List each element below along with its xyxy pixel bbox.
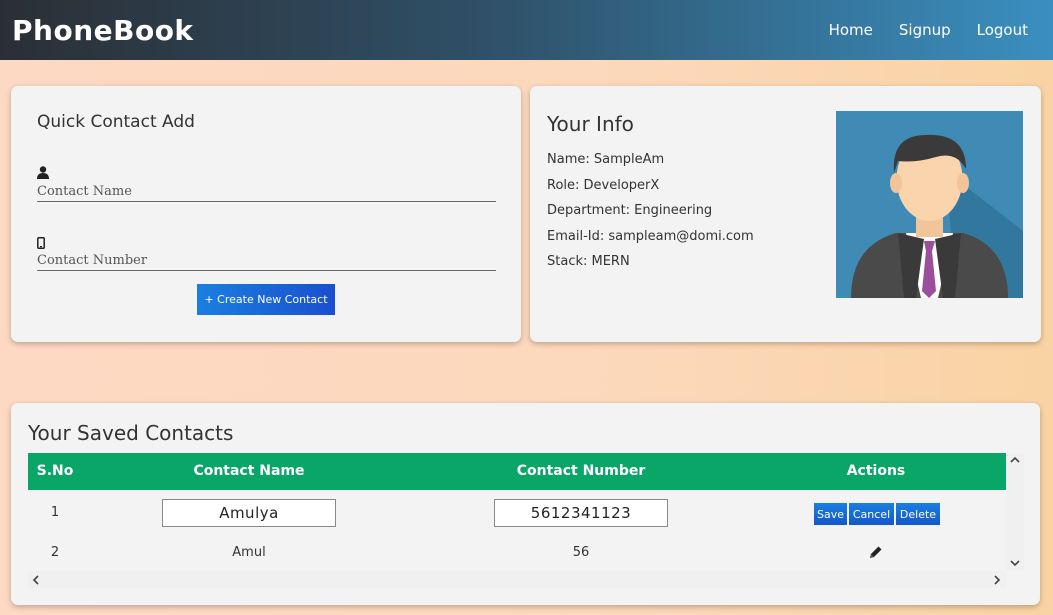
header-actions: Actions <box>846 463 906 479</box>
row-actions: Save Cancel Delete <box>814 503 940 525</box>
quick-add-card: Quick Contact Add + Create New Contact <box>11 86 521 342</box>
edit-name-input[interactable] <box>162 499 336 527</box>
saved-contacts-card: Your Saved Contacts S.No Contact Name Co… <box>11 403 1040 605</box>
save-button[interactable]: Save <box>814 503 847 525</box>
header-sno: S.No <box>36 463 74 479</box>
nav-logout-link[interactable]: Logout <box>964 21 1041 39</box>
header-contact-name: Contact Name <box>193 463 305 479</box>
your-info-title: Your Info <box>547 112 634 136</box>
table-header: S.No Contact Name Contact Number Actions <box>28 453 1006 490</box>
pencil-icon[interactable] <box>868 545 884 563</box>
contact-number-input[interactable] <box>37 251 496 271</box>
user-icon <box>37 166 49 183</box>
row-contact-number: 56 <box>572 545 590 560</box>
nav-signup-link[interactable]: Signup <box>886 21 964 39</box>
navbar: PhoneBook Home Signup Logout <box>0 0 1053 60</box>
table-row: 2 Amul 56 <box>28 545 1006 567</box>
info-role: Role: DeveloperX <box>547 178 660 193</box>
nav-home-link[interactable]: Home <box>816 21 886 39</box>
vertical-scrollbar[interactable] <box>1006 453 1024 571</box>
saved-contacts-title: Your Saved Contacts <box>28 421 234 445</box>
horizontal-scrollbar[interactable] <box>28 571 1006 588</box>
row-sno: 2 <box>50 545 60 560</box>
info-stack: Stack: MERN <box>547 254 630 269</box>
edit-number-input[interactable] <box>494 499 668 527</box>
scroll-up-icon[interactable] <box>1010 455 1020 466</box>
brand-logo[interactable]: PhoneBook <box>12 14 194 47</box>
info-department: Department: Engineering <box>547 203 713 218</box>
table-row: 1 Save Cancel Delete <box>28 499 1006 529</box>
nav-links: Home Signup Logout <box>816 21 1041 39</box>
contacts-table: S.No Contact Name Contact Number Actions… <box>28 453 1006 571</box>
info-email: Email-Id: sampleam@domi.com <box>547 229 754 244</box>
your-info-card: Your Info Name: SampleAm Role: Developer… <box>530 86 1041 342</box>
user-avatar-icon <box>836 111 1023 298</box>
quick-add-title: Quick Contact Add <box>37 112 195 132</box>
row-contact-name: Amul <box>232 545 266 560</box>
scroll-left-icon[interactable] <box>32 575 39 588</box>
info-name: Name: SampleAm <box>547 152 665 167</box>
header-contact-number: Contact Number <box>516 463 646 479</box>
scroll-down-icon[interactable] <box>1010 559 1020 570</box>
contact-name-input[interactable] <box>37 182 496 202</box>
create-contact-button[interactable]: + Create New Contact <box>197 284 335 315</box>
row-sno: 1 <box>50 505 60 520</box>
delete-button[interactable]: Delete <box>896 503 940 525</box>
scroll-right-icon[interactable] <box>994 575 1001 588</box>
cancel-button[interactable]: Cancel <box>849 503 894 525</box>
